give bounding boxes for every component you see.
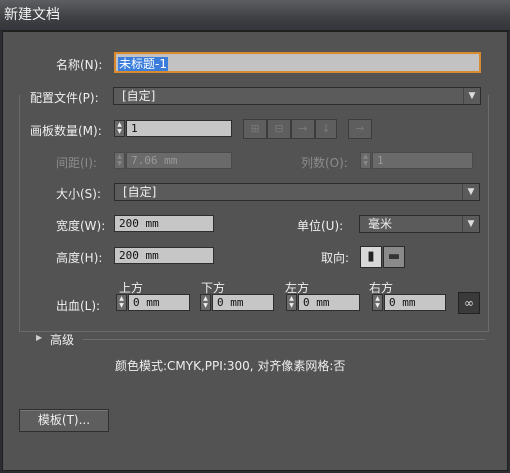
height-label: 高度(H):	[56, 251, 103, 265]
templates-button[interactable]: 模板(T)...	[19, 409, 109, 432]
portrait-icon[interactable]: ▮	[360, 246, 382, 268]
bleed-right-stepper[interactable]: ▲ ▼	[372, 294, 383, 311]
bleed-left-stepper[interactable]: ▲ ▼	[286, 294, 297, 311]
grid-by-row-icon[interactable]: ⊞	[243, 119, 267, 139]
bleed-bottom-input[interactable]: 0 mm	[212, 294, 274, 311]
columns-label: 列数(O):	[301, 156, 348, 170]
name-input[interactable]: 未标题-1	[114, 52, 481, 73]
bleed-right-input[interactable]: 0 mm	[384, 294, 446, 311]
spacing-label: 间距(I):	[56, 156, 97, 170]
units-dropdown-value: 毫米	[368, 217, 393, 231]
width-input[interactable]: 200 mm	[114, 215, 214, 232]
artboard-count-input[interactable]: 1	[126, 120, 232, 137]
chevron-down-icon: ▼	[462, 216, 479, 232]
landscape-icon[interactable]: ▬	[383, 246, 405, 268]
columns-stepper[interactable]: ▲ ▼	[360, 152, 371, 169]
bleed-label: 出血(L):	[56, 299, 101, 313]
disclosure-triangle-icon[interactable]: ▶	[36, 333, 42, 342]
chevron-down-icon: ▼	[463, 88, 480, 104]
units-label: 单位(U):	[297, 219, 344, 233]
width-label: 宽度(W):	[56, 219, 106, 233]
height-input[interactable]: 200 mm	[114, 247, 214, 264]
profile-label: 配置文件(P):	[30, 91, 99, 105]
arrange-by-row-icon[interactable]: →	[291, 119, 315, 139]
artboard-count-label: 画板数量(M):	[30, 124, 102, 138]
bleed-top-input[interactable]: 0 mm	[128, 294, 190, 311]
new-document-dialog: 名称(N): 未标题-1 配置文件(P): [自定] ▼ 画板数量(M): ▲ ▼…	[2, 31, 508, 471]
size-dropdown[interactable]: [自定] ▼	[114, 183, 480, 201]
orientation-label: 取向:	[321, 251, 350, 265]
spacing-stepper[interactable]: ▲ ▼	[114, 152, 125, 169]
grid-by-column-icon[interactable]: ⊟	[267, 119, 291, 139]
bleed-bottom-stepper[interactable]: ▲ ▼	[200, 294, 211, 311]
artboard-count-stepper[interactable]: ▲ ▼	[114, 120, 125, 137]
name-input-value: 未标题-1	[118, 57, 168, 71]
chain-link-icon[interactable]: ∞	[458, 292, 480, 314]
spacing-input[interactable]: 7.06 mm	[126, 152, 232, 169]
bleed-top-stepper[interactable]: ▲ ▼	[116, 294, 127, 311]
size-label: 大小(S):	[56, 187, 102, 201]
window-titlebar: 新建文档	[0, 0, 510, 31]
advanced-label[interactable]: 高级	[50, 331, 74, 348]
profile-dropdown-value: [自定]	[122, 89, 156, 103]
columns-input[interactable]: 1	[372, 152, 473, 169]
right-to-left-icon[interactable]: →	[348, 119, 372, 139]
window-title: 新建文档	[4, 7, 60, 23]
advanced-divider	[83, 339, 485, 340]
name-label: 名称(N):	[56, 58, 103, 72]
bleed-left-input[interactable]: 0 mm	[298, 294, 360, 311]
document-summary: 颜色模式:CMYK,PPI:300, 对齐像素网格:否	[115, 359, 346, 373]
units-dropdown[interactable]: 毫米 ▼	[359, 215, 480, 233]
chevron-down-icon: ▼	[462, 184, 479, 200]
arrange-by-column-icon[interactable]: ↓	[315, 119, 337, 139]
size-dropdown-value: [自定]	[123, 185, 157, 199]
profile-dropdown[interactable]: [自定] ▼	[113, 87, 481, 105]
